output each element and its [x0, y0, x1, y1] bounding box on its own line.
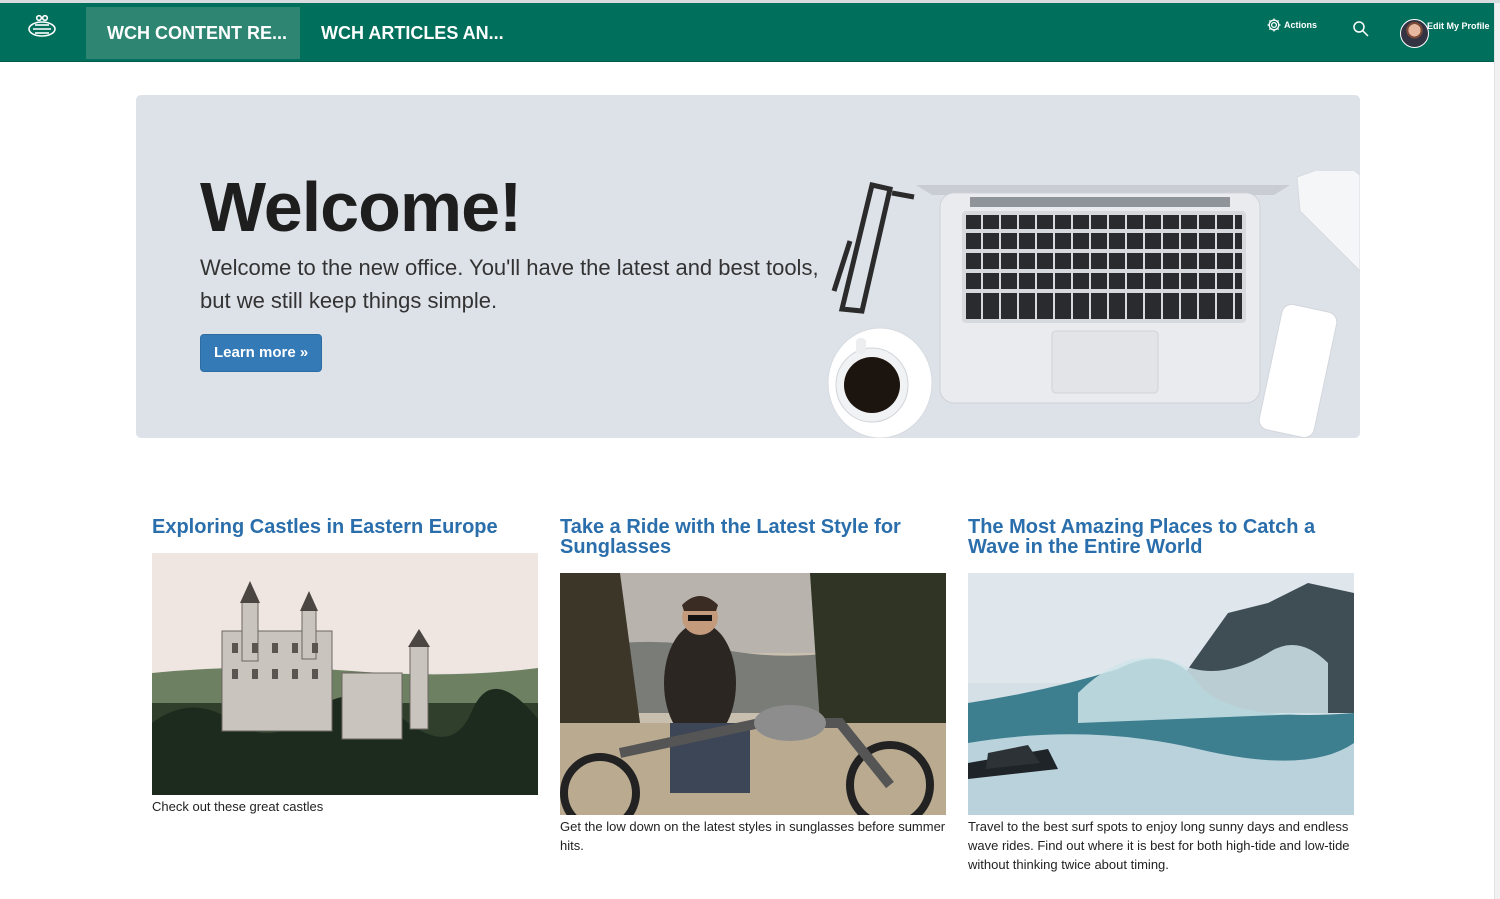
article-summary: Travel to the best surf spots to enjoy l… — [968, 819, 1350, 872]
desk-illustration — [827, 171, 1360, 438]
search-icon[interactable] — [1352, 20, 1370, 38]
article-card-sunglasses: Take a Ride with the Latest Style for Su… — [560, 517, 946, 855]
welcome-hero: Welcome! Welcome to the new office. You'… — [136, 95, 1360, 438]
gear-icon — [1267, 18, 1281, 32]
edit-profile-link[interactable]: Edit My Profile — [1427, 21, 1490, 31]
avatar[interactable] — [1400, 19, 1429, 48]
learn-more-button[interactable]: Learn more » — [200, 334, 323, 372]
castle-photo[interactable] — [152, 553, 538, 795]
laptop-image — [916, 185, 1290, 404]
top-navbar: WCH CONTENT RE... WCH ARTICLES AN... Act… — [0, 3, 1495, 62]
coffee-cup-image — [827, 327, 933, 438]
wave-photo[interactable] — [968, 573, 1354, 815]
bee-logo-icon[interactable] — [22, 11, 62, 43]
article-title[interactable]: Take a Ride with the Latest Style for Su… — [560, 517, 946, 557]
actions-menu[interactable]: Actions — [1266, 17, 1317, 33]
article-card-waves: The Most Amazing Places to Catch a Wave … — [968, 517, 1354, 874]
tab-wch-content[interactable]: WCH CONTENT RE... — [86, 7, 300, 59]
phone-image — [1258, 171, 1360, 438]
glasses-image — [831, 182, 915, 314]
motorcycle-photo[interactable] — [560, 573, 946, 815]
article-summary: Check out these great castles — [152, 799, 324, 814]
hero-title: Welcome! — [200, 168, 522, 246]
actions-label: Actions — [1284, 20, 1318, 30]
article-summary: Get the low down on the latest styles in… — [560, 819, 946, 853]
hero-description: Welcome to the new office. You'll have t… — [200, 255, 819, 313]
tab-wch-articles[interactable]: WCH ARTICLES AN... — [300, 7, 525, 59]
page-scrollbar[interactable] — [1494, 3, 1500, 899]
article-title[interactable]: Exploring Castles in Eastern Europe — [152, 517, 538, 537]
article-title[interactable]: The Most Amazing Places to Catch a Wave … — [968, 517, 1354, 557]
article-card-castles: Exploring Castles in Eastern Europe Chec… — [152, 517, 538, 816]
